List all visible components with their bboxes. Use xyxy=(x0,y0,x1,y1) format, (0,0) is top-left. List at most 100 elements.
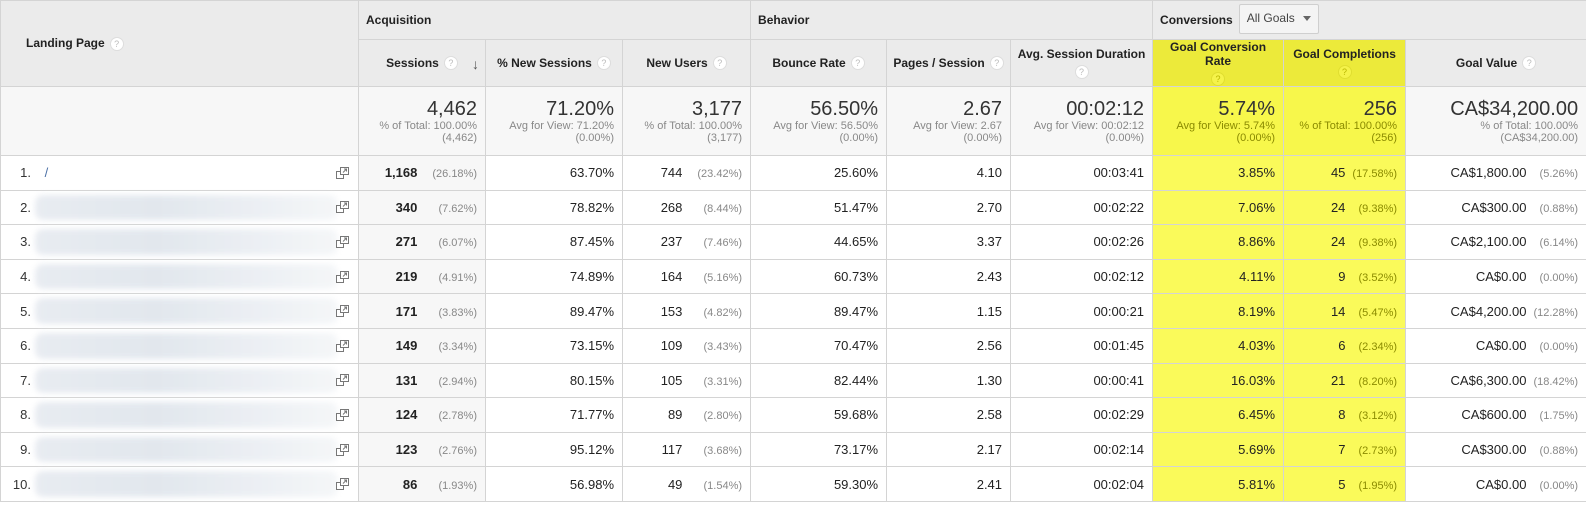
open-in-new-window-icon[interactable] xyxy=(336,478,349,491)
column-header-new-users[interactable]: New Users? xyxy=(621,39,752,87)
open-in-new-window-icon[interactable] xyxy=(336,270,349,283)
goal-value-percent: (6.14%) xyxy=(1539,237,1579,250)
bounce-rate-cell: 70.47% xyxy=(750,327,888,364)
redacted-url xyxy=(35,194,338,221)
help-icon[interactable]: ? xyxy=(1211,72,1226,86)
summary-sub: (3,177) xyxy=(707,132,743,144)
redacted-url xyxy=(35,436,338,463)
goal-completions-percent: (9.38%) xyxy=(1358,237,1398,250)
column-header-pages-session[interactable]: Pages / Session? xyxy=(886,39,1012,87)
avg-session-duration-cell: 00:02:04 xyxy=(1010,466,1154,502)
pct-new-sessions-cell: 71.77% xyxy=(485,397,623,433)
sessions-percent: (26.18%) xyxy=(432,168,477,181)
new-users-value: 237 xyxy=(660,234,683,250)
new-users-percent: (7.46%) xyxy=(703,237,743,250)
avg-session-duration-cell: 00:00:41 xyxy=(1010,362,1154,399)
new-users-cell: 744 (23.42%) xyxy=(621,155,752,191)
column-header-avg-session-duration[interactable]: Avg. Session Duration? xyxy=(1010,39,1154,87)
column-header-goal-value[interactable]: Goal Value? xyxy=(1405,39,1586,87)
new-users-cell: 237 (7.46%) xyxy=(621,224,752,260)
row-index: 3. xyxy=(20,234,31,250)
goal-value-percent: (0.00%) xyxy=(1539,341,1579,354)
summary-sub: (0.00%) xyxy=(963,132,1003,144)
column-header-bounce-rate[interactable]: Bounce Rate? xyxy=(750,39,888,87)
redacted-url xyxy=(35,229,338,255)
column-header-goal-conversion-rate[interactable]: Goal Conversion Rate? xyxy=(1152,39,1285,87)
summary-sub: (0.00%) xyxy=(1236,132,1276,144)
pct-new-sessions-cell: 56.98% xyxy=(485,466,623,502)
pct-new-sessions-cell: 73.15% xyxy=(485,327,623,364)
goal-value-value: CA$300.00 xyxy=(1461,199,1527,215)
column-header-goal-completions[interactable]: Goal Completions? xyxy=(1283,39,1407,87)
help-icon[interactable]: ? xyxy=(989,56,1004,71)
goal-value-cell: CA$0.00 (0.00%) xyxy=(1405,466,1586,502)
goal-completions-percent: (3.12%) xyxy=(1358,410,1398,423)
pages-session-cell: 2.56 xyxy=(886,327,1012,364)
sessions-cell: 124 (2.78%) xyxy=(358,397,486,433)
goal-completions-cell: 45 (17.58%) xyxy=(1283,155,1407,191)
open-in-new-window-icon[interactable] xyxy=(336,374,349,387)
sort-descending-icon[interactable]: ↓ xyxy=(472,56,479,72)
sessions-value: 149 xyxy=(395,338,418,354)
redacted-url xyxy=(35,263,338,290)
goal-value-percent: (0.00%) xyxy=(1539,479,1579,492)
open-in-new-window-icon[interactable] xyxy=(336,408,349,421)
sessions-cell: 123 (2.76%) xyxy=(358,431,486,468)
sessions-value: 340 xyxy=(395,199,418,215)
group-header-acquisition: Acquisition xyxy=(357,0,752,40)
help-icon[interactable]: ? xyxy=(596,56,611,71)
pages-session-cell: 2.43 xyxy=(886,258,1012,295)
pages-session-cell: 3.37 xyxy=(886,224,1012,260)
bounce-rate-cell: 59.30% xyxy=(750,466,888,502)
summary-sub: (0.00%) xyxy=(1105,132,1145,144)
help-icon[interactable]: ? xyxy=(1074,65,1089,79)
landing-page-cell: 8. xyxy=(0,397,359,433)
open-in-new-window-icon[interactable] xyxy=(336,443,349,456)
goal-completions-cell: 7 (2.73%) xyxy=(1283,431,1407,468)
avg-session-duration-cell: 00:02:22 xyxy=(1010,189,1154,226)
summary-row: 4,462% of Total: 100.00% (4,462) 71.20% Av… xyxy=(0,86,1586,156)
summary-sub: (0.00%) xyxy=(575,132,614,144)
new-users-value: 89 xyxy=(667,407,683,423)
help-icon[interactable]: ? xyxy=(109,36,124,51)
open-in-new-window-icon[interactable] xyxy=(336,166,349,179)
open-in-new-window-icon[interactable] xyxy=(336,201,349,214)
open-in-new-window-icon[interactable] xyxy=(336,235,349,248)
pct-new-sessions-cell: 78.82% xyxy=(485,189,623,226)
landing-page-cell: 1. / xyxy=(0,155,359,191)
sessions-cell: 219 (4.91%) xyxy=(358,258,486,295)
summary-sub: Avg for View: 56.50% xyxy=(773,120,879,132)
sessions-percent: (4.91%) xyxy=(438,272,477,285)
goal-completions-percent: (17.58%) xyxy=(1352,168,1398,181)
goal-value-value: CA$0.00 xyxy=(1475,476,1527,492)
help-icon[interactable]: ? xyxy=(443,56,458,71)
column-header-pct-new-sessions[interactable]: % New Sessions? xyxy=(485,39,623,87)
sessions-value: 171 xyxy=(395,303,418,319)
new-users-value: 49 xyxy=(667,476,683,492)
goal-value-percent: (12.28%) xyxy=(1533,306,1579,319)
landing-page-label: Landing Page xyxy=(26,36,105,51)
column-header-sessions[interactable]: Sessions? ↓ xyxy=(358,39,486,87)
column-header-landing-page[interactable]: Landing Page? xyxy=(0,0,359,87)
help-icon[interactable]: ? xyxy=(712,56,727,71)
pct-new-sessions-label: % New Sessions xyxy=(497,55,592,70)
behavior-label: Behavior xyxy=(758,13,810,27)
open-in-new-window-icon[interactable] xyxy=(336,339,349,352)
avg-session-duration-cell: 00:02:12 xyxy=(1010,258,1154,295)
caret-down-icon xyxy=(1302,15,1311,21)
summary-new-users: 3,177% of Total: 100.00% (3,177) xyxy=(621,86,752,156)
table-row: 7. 131 (2.94%) 80.15% 105 (3.31%) 82.44%… xyxy=(0,362,1586,399)
sessions-percent: (7.62%) xyxy=(438,202,477,215)
new-users-percent: (8.44%) xyxy=(703,202,743,215)
row-index: 9. xyxy=(20,442,31,458)
help-icon[interactable]: ? xyxy=(850,56,865,71)
goal-selector-dropdown[interactable]: All Goals xyxy=(1238,4,1319,34)
avg-session-duration-cell: 00:02:26 xyxy=(1010,224,1154,260)
open-in-new-window-icon[interactable] xyxy=(336,305,349,318)
goal-value-value: CA$0.00 xyxy=(1475,338,1527,354)
help-icon[interactable]: ? xyxy=(1522,56,1537,71)
landing-page-link[interactable]: / xyxy=(45,165,49,180)
summary-value: 56.50% xyxy=(810,98,879,120)
conversions-label: Conversions xyxy=(1160,13,1233,27)
help-icon[interactable]: ? xyxy=(1337,65,1352,79)
